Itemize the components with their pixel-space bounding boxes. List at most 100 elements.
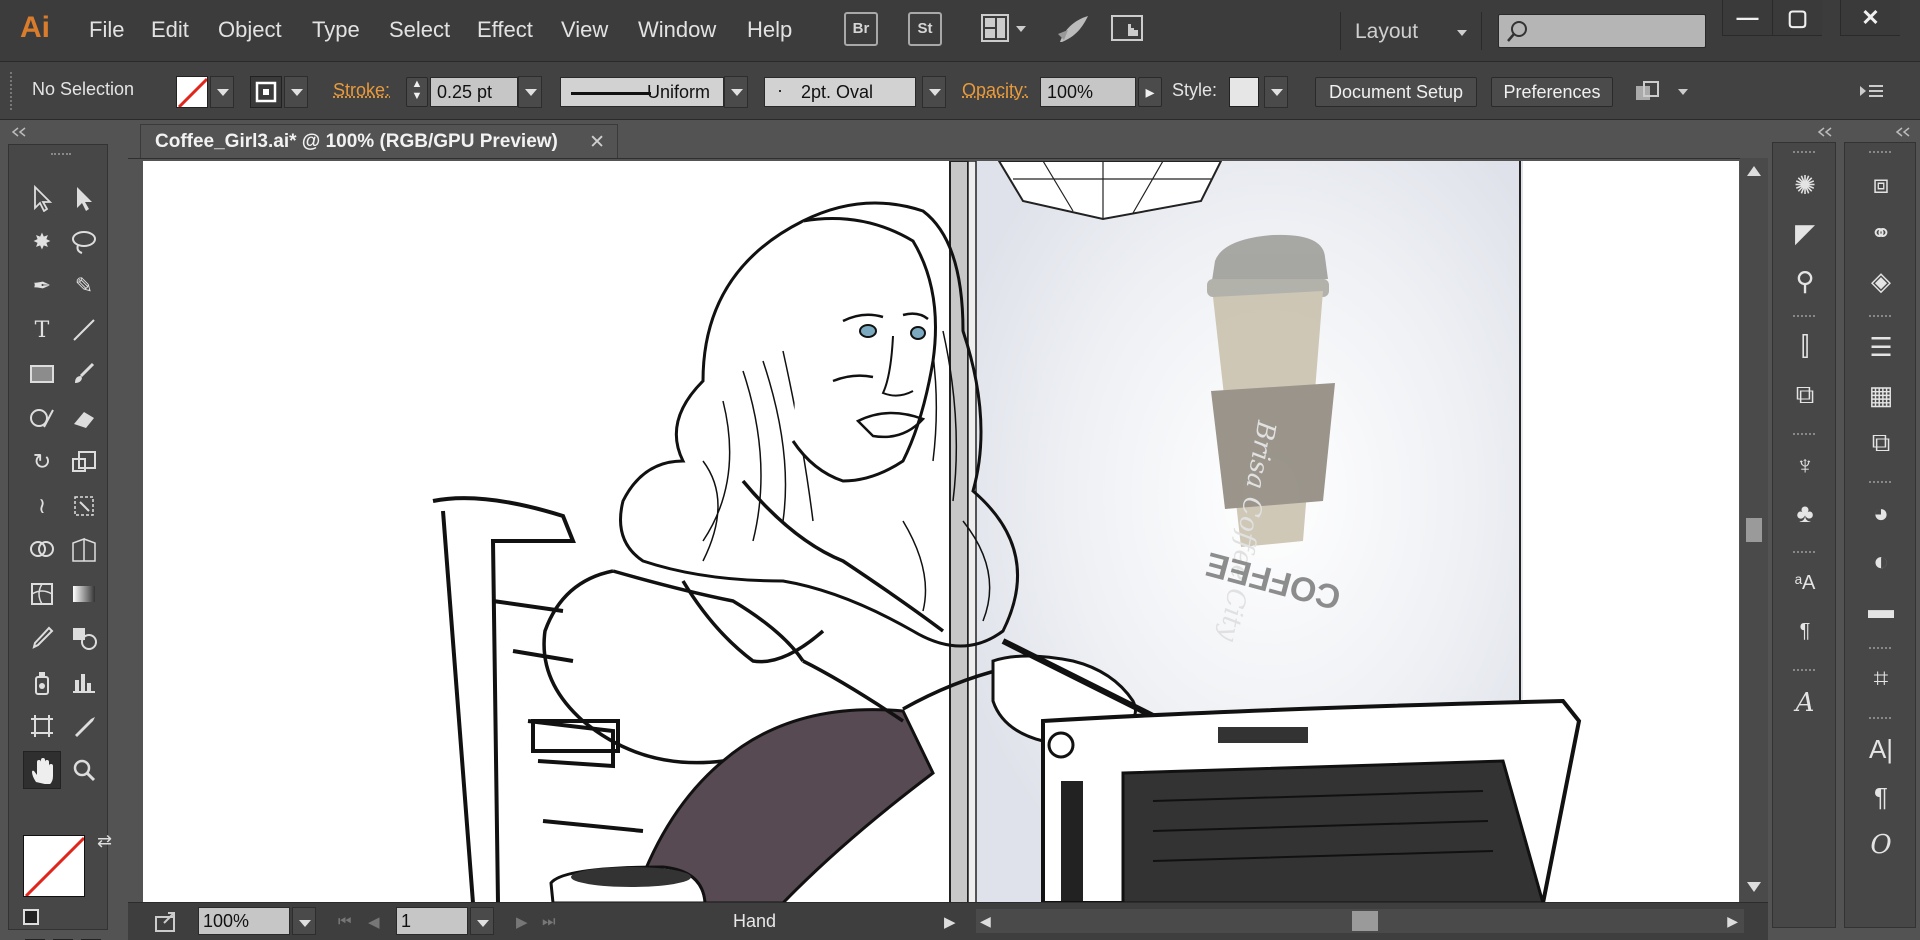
scroll-right-icon[interactable]: ▶	[1727, 913, 1738, 930]
artboard[interactable]: Brisa Coffee City COFFEE	[143, 161, 1739, 903]
stroke-dropdown[interactable]	[284, 76, 308, 108]
first-artboard-icon[interactable]: ⏮	[338, 913, 352, 930]
default-fill-stroke-icon[interactable]	[23, 909, 39, 925]
collapse-dock-icon[interactable]	[1894, 126, 1914, 138]
color-icon[interactable]: ◐	[1861, 541, 1901, 581]
close-icon[interactable]: ✕	[589, 131, 605, 154]
stroke-swatch[interactable]	[250, 76, 282, 108]
swatches-icon[interactable]: ▦	[1861, 375, 1901, 415]
pen-tool-icon[interactable]: ✒	[23, 267, 61, 305]
character-styles-icon[interactable]: ᵃA	[1785, 563, 1825, 603]
workspace-switcher[interactable]: Layout	[1340, 12, 1482, 50]
dock-grip-3[interactable]	[1869, 481, 1891, 487]
help-search-input[interactable]	[1498, 14, 1706, 48]
paintbrush-tool-icon[interactable]	[65, 355, 103, 393]
menu-view[interactable]: View	[561, 17, 608, 43]
properties-icon[interactable]: ⧈	[1861, 165, 1901, 205]
close-icon[interactable]: ✕	[1840, 0, 1900, 36]
share-icon[interactable]	[154, 911, 178, 933]
dock-grip-2[interactable]	[1793, 315, 1815, 321]
next-artboard-icon[interactable]: ▶	[516, 913, 528, 931]
last-artboard-icon[interactable]: ⏭	[542, 913, 556, 930]
menu-file[interactable]: File	[89, 17, 124, 43]
align-icon[interactable]: ⫿	[1785, 327, 1825, 367]
free-transform-tool-icon[interactable]	[65, 487, 103, 525]
shape-builder-tool-icon[interactable]	[23, 531, 61, 569]
menu-window[interactable]: Window	[638, 17, 716, 43]
stroke-weight-stepper[interactable]: ▲ ▼	[406, 77, 428, 107]
artboard-dropdown[interactable]	[470, 907, 494, 935]
menu-help[interactable]: Help	[747, 17, 792, 43]
vertical-scroll-thumb[interactable]	[1746, 518, 1762, 542]
control-bar-grip[interactable]	[10, 72, 14, 110]
paragraph-styles-icon[interactable]: ¶	[1785, 611, 1825, 651]
menu-type[interactable]: Type	[312, 17, 360, 43]
scroll-up-icon[interactable]	[1747, 166, 1761, 176]
menu-object[interactable]: Object	[218, 17, 282, 43]
stroke-label[interactable]: Stroke:	[333, 80, 390, 101]
type-tool-icon[interactable]: T	[23, 311, 61, 349]
fill-swatch[interactable]	[176, 76, 208, 108]
stock-button[interactable]: St	[908, 12, 942, 46]
zoom-dropdown[interactable]	[292, 907, 316, 935]
scroll-down-icon[interactable]	[1747, 882, 1761, 892]
dock-grip-2[interactable]	[1869, 315, 1891, 321]
dock-grip[interactable]	[1869, 151, 1891, 157]
touch-workspace-icon[interactable]	[1110, 12, 1150, 46]
brush-definition[interactable]: · 2pt. Oval	[764, 77, 916, 107]
magic-wand-tool-icon[interactable]: ✸	[23, 223, 61, 261]
eyedropper-tool-icon[interactable]	[23, 619, 61, 657]
hand-tool-icon[interactable]	[23, 751, 61, 789]
panel-menu-icon[interactable]	[1856, 80, 1886, 104]
width-tool-icon[interactable]: ≀	[23, 487, 61, 525]
arrange-documents-icon[interactable]	[980, 12, 1030, 46]
stroke-weight-field[interactable]: 0.25 pt	[430, 77, 518, 107]
mesh-tool-icon[interactable]	[23, 575, 61, 613]
menu-select[interactable]: Select	[389, 17, 450, 43]
color-guide-icon[interactable]: ◕	[1861, 493, 1901, 533]
lasso-tool-icon[interactable]	[65, 223, 103, 261]
transparency-icon[interactable]: ◤	[1785, 213, 1825, 253]
pathfinder-icon[interactable]: ⧉	[1785, 375, 1825, 415]
scale-tool-icon[interactable]	[65, 443, 103, 481]
fill-dropdown[interactable]	[210, 76, 234, 108]
gradient-tool-icon[interactable]	[65, 575, 103, 613]
opentype-icon[interactable]: O	[1861, 825, 1901, 865]
paragraph-icon[interactable]: ¶	[1861, 777, 1901, 817]
horizontal-scrollbar[interactable]: ◀ ▶	[976, 909, 1744, 933]
graphic-style-swatch[interactable]	[1229, 77, 1259, 107]
artboard-navigation-field[interactable]: 1	[396, 907, 468, 935]
line-segment-tool-icon[interactable]	[65, 311, 103, 349]
shaper-tool-icon[interactable]	[23, 399, 61, 437]
preferences-button[interactable]: Preferences	[1491, 77, 1613, 107]
menu-effect[interactable]: Effect	[477, 17, 533, 43]
brushes-icon[interactable]: ♆	[1785, 445, 1825, 485]
bridge-button[interactable]: Br	[844, 12, 878, 46]
appearance-icon[interactable]: ✺	[1785, 165, 1825, 205]
symbols-icon[interactable]: ♣	[1785, 493, 1825, 533]
fill-color-box[interactable]	[23, 835, 85, 897]
document-setup-button[interactable]: Document Setup	[1315, 77, 1477, 107]
perspective-grid-tool-icon[interactable]	[65, 531, 103, 569]
dock-grip-3[interactable]	[1793, 433, 1815, 439]
arrange-objects-icon[interactable]	[1632, 78, 1692, 108]
rectangle-tool-icon[interactable]	[23, 355, 61, 393]
stroke-panel-icon[interactable]: ☰	[1861, 327, 1901, 367]
links-icon[interactable]: ⚭	[1861, 213, 1901, 253]
gradient-panel-icon[interactable]: ▬	[1861, 589, 1901, 629]
character-icon[interactable]: A|	[1861, 729, 1901, 769]
opacity-field[interactable]: 100%	[1040, 77, 1136, 107]
dock-grip-4[interactable]	[1869, 647, 1891, 653]
rotate-tool-icon[interactable]: ↻	[23, 443, 61, 481]
image-trace-icon[interactable]: ⚲	[1785, 261, 1825, 301]
collapse-panel-icon[interactable]	[10, 126, 30, 138]
slice-tool-icon[interactable]	[65, 707, 103, 745]
status-menu-icon[interactable]: ▶	[944, 913, 956, 931]
document-tab[interactable]: Coffee_Girl3.ai* @ 100% (RGB/GPU Preview…	[140, 124, 618, 158]
scroll-left-icon[interactable]: ◀	[980, 913, 991, 930]
variable-width-profile[interactable]: Uniform	[560, 77, 724, 107]
dock-grip-5[interactable]	[1793, 669, 1815, 675]
dock-grip-4[interactable]	[1793, 551, 1815, 557]
zoom-tool-icon[interactable]	[65, 751, 103, 789]
horizontal-scroll-thumb[interactable]	[1352, 911, 1378, 931]
